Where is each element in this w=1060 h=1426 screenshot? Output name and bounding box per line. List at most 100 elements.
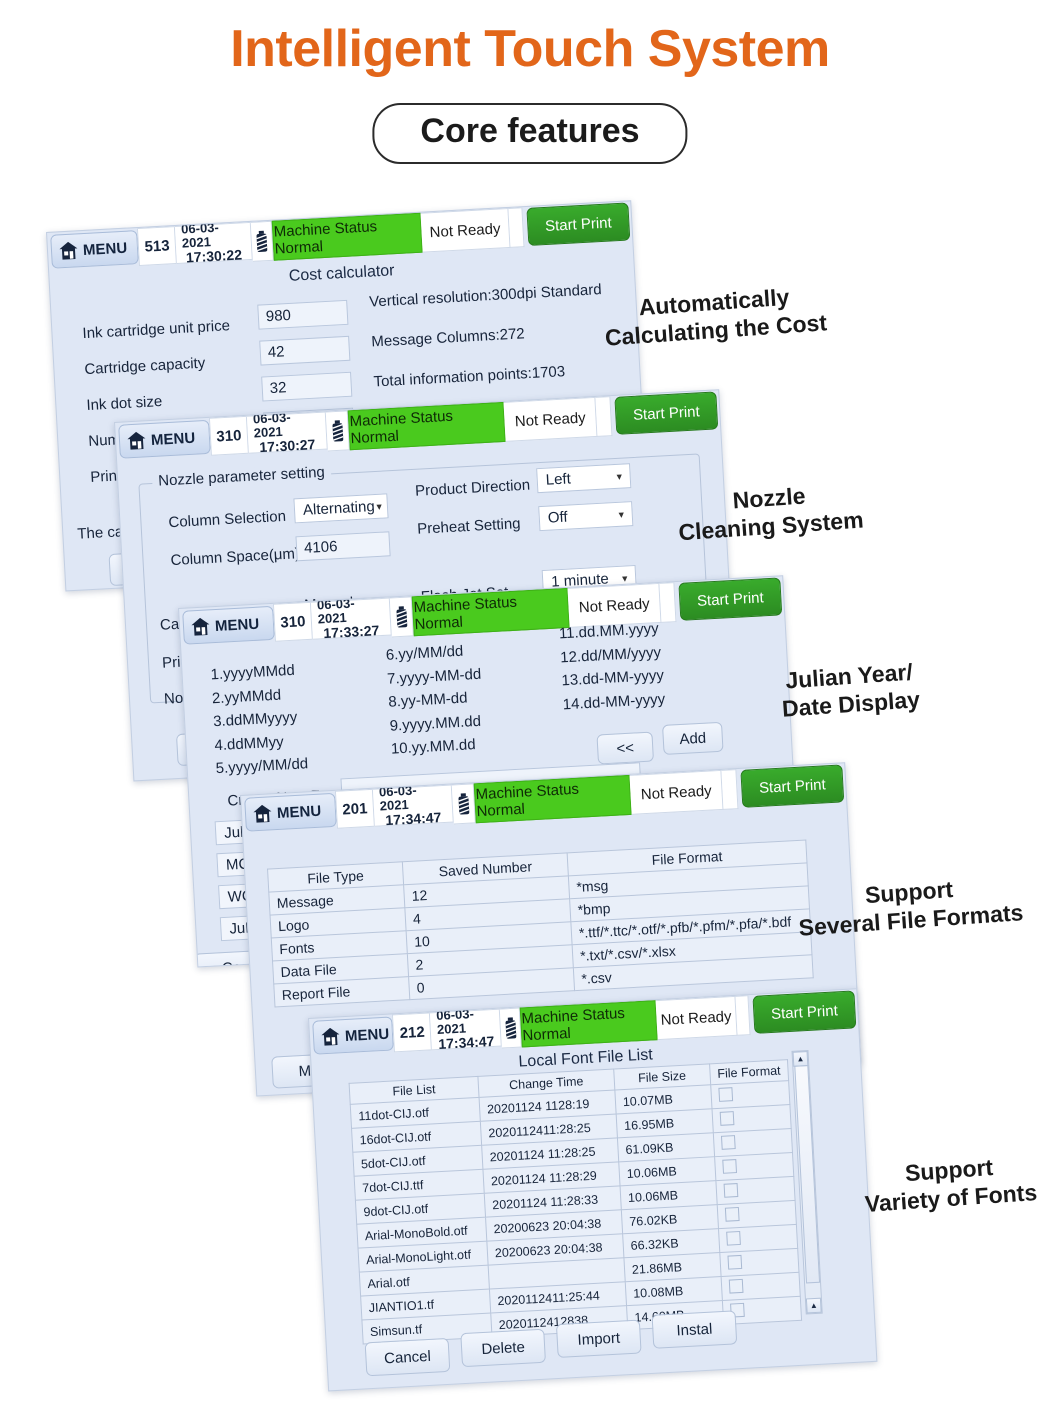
add-button[interactable]: Add (662, 721, 724, 755)
checkbox[interactable] (723, 1183, 739, 1198)
house-icon (191, 617, 211, 636)
menu-label: MENU (344, 1025, 390, 1045)
ready-state-badge: Not Ready (629, 769, 724, 815)
chevron-down-icon: ▼ (374, 501, 384, 512)
menu-button[interactable]: MENU (312, 1016, 395, 1055)
chevron-down-icon: ▼ (614, 471, 624, 482)
menu-label: MENU (82, 239, 128, 259)
poster-stage: Intelligent Touch System Core features M… (0, 0, 1060, 1426)
house-icon (321, 1027, 341, 1046)
job-count: 513 (137, 226, 178, 267)
dropdown-value: Alternating (302, 498, 376, 519)
machine-status-badge: Machine Status Normal (412, 587, 570, 637)
product-direction-dropdown[interactable]: Left ▼ (536, 463, 632, 494)
ink-bottle-icon (325, 410, 351, 452)
house-icon (253, 804, 273, 823)
datetime-display: 06-03-2021 17:34:47 (430, 1006, 503, 1053)
start-print-button[interactable]: Start Print (740, 764, 845, 808)
time-text: 17:33:27 (322, 622, 380, 642)
page-title: Intelligent Touch System (230, 20, 830, 78)
statusbar-spacer (721, 769, 739, 810)
checkbox[interactable] (722, 1159, 737, 1174)
date-text: 06-03-2021 (435, 1006, 475, 1038)
house-icon (127, 431, 147, 450)
ready-state-badge: Not Ready (503, 396, 598, 442)
field-input[interactable]: 980 (257, 299, 349, 330)
delete-button[interactable]: Delete (460, 1328, 546, 1368)
start-print-button[interactable]: Start Print (678, 577, 783, 621)
menu-label: MENU (214, 615, 260, 635)
checkbox[interactable] (725, 1230, 741, 1246)
install-button[interactable]: Instal (651, 1310, 738, 1349)
machine-status-badge: Machine Status Normal (272, 212, 423, 261)
ink-bottle-icon (451, 783, 477, 825)
statusbar-spacer (659, 582, 677, 623)
panel-local-font-file-list: MENU 212 06-03-2021 17:34:47 Machine Sta… (308, 988, 878, 1392)
ready-state-badge: Not Ready (655, 995, 738, 1041)
checkbox[interactable] (718, 1087, 733, 1102)
time-text: 17:34:47 (437, 1033, 495, 1053)
preheat-setting-dropdown[interactable]: Off ▼ (538, 501, 634, 532)
start-print-button[interactable]: Start Print (614, 391, 719, 435)
job-count: 310 (208, 415, 249, 456)
previous-page-button[interactable]: << (596, 731, 654, 765)
ink-bottle-icon (500, 1007, 523, 1049)
house-icon (59, 241, 79, 260)
info-line: Message Columns:272 (370, 325, 526, 351)
chevron-down-icon: ▼ (620, 572, 630, 584)
date-format-column-3[interactable]: 11.dd.MM.yyyy 12.dd/MM/yyyy 13.dd-MM-yyy… (558, 617, 666, 717)
field-label: Cartridge capacity (84, 354, 206, 379)
statusbar-spacer (595, 396, 613, 437)
ready-state-badge: Not Ready (420, 207, 511, 253)
field-label: Ink cartridge unit price (82, 317, 231, 343)
subtitle-pill: Core features (372, 103, 688, 164)
cancel-button[interactable]: Cancel (364, 1337, 451, 1377)
checkbox[interactable] (719, 1111, 735, 1126)
file-format-table: File Type Saved Number File Format Messa… (267, 839, 814, 1008)
menu-button[interactable]: MENU (182, 605, 275, 645)
field-input[interactable]: 32 (261, 371, 353, 402)
import-button[interactable]: Import (555, 1319, 642, 1358)
machine-status-badge: Machine Status Normal (474, 774, 632, 824)
start-print-button[interactable]: Start Print (752, 990, 857, 1034)
info-line: Vertical resolution:300dpi Standard (368, 281, 603, 311)
job-count: 201 (334, 788, 375, 829)
checkbox[interactable] (720, 1135, 736, 1150)
datetime-display: 06-03-2021 17:30:27 (246, 410, 328, 456)
field-input[interactable]: 42 (259, 335, 351, 366)
menu-button[interactable]: MENU (118, 419, 211, 459)
scroll-down-icon[interactable]: ▲ (805, 1297, 822, 1314)
ink-bottle-icon (389, 596, 415, 638)
ink-bottle-icon (250, 220, 275, 262)
chevron-down-icon: ▼ (616, 508, 626, 520)
job-count: 310 (272, 601, 313, 642)
statusbar-spacer (735, 995, 751, 1036)
menu-button[interactable]: MENU (244, 792, 337, 832)
dropdown-value: Off (547, 508, 569, 527)
menu-label: MENU (276, 802, 322, 822)
info-line: Total information points:1703 (373, 363, 566, 391)
datetime-display: 06-03-2021 17:30:22 (175, 220, 253, 266)
time-text: 17:34:47 (384, 809, 442, 829)
menu-label: MENU (150, 429, 196, 449)
font-file-table: File List Change Time File Size File For… (348, 1059, 803, 1345)
statusbar-spacer (508, 207, 525, 248)
dropdown-value: Left (545, 470, 572, 489)
datetime-display: 06-03-2021 17:33:27 (310, 596, 392, 642)
machine-status-badge: Machine Status Normal (519, 1000, 658, 1048)
job-count: 212 (392, 1012, 433, 1053)
field-label: Ink dot size (85, 392, 163, 415)
checkbox[interactable] (724, 1206, 740, 1222)
date-format-column-2[interactable]: 6.yy/MM/dd 7.yyyy-MM-dd 8.yy-MM-dd 9.yyy… (385, 639, 485, 762)
column-selection-dropdown[interactable]: Alternating ▼ (293, 493, 389, 524)
checkbox[interactable] (728, 1278, 744, 1294)
date-format-column-1[interactable]: 1.yyyyMMdd 2.yyMMdd 3.ddMMyyyy 4.ddMMyy … (210, 658, 309, 781)
column-space-input[interactable]: 4106 (295, 531, 391, 562)
menu-button[interactable]: MENU (50, 230, 140, 269)
callout-fonts: Support Variety of Fonts (863, 1153, 1038, 1217)
time-text: 17:30:22 (185, 246, 243, 266)
start-print-button[interactable]: Start Print (526, 202, 631, 246)
checkbox[interactable] (727, 1254, 743, 1270)
datetime-display: 06-03-2021 17:34:47 (372, 783, 454, 829)
machine-status-badge: Machine Status Normal (348, 401, 506, 451)
